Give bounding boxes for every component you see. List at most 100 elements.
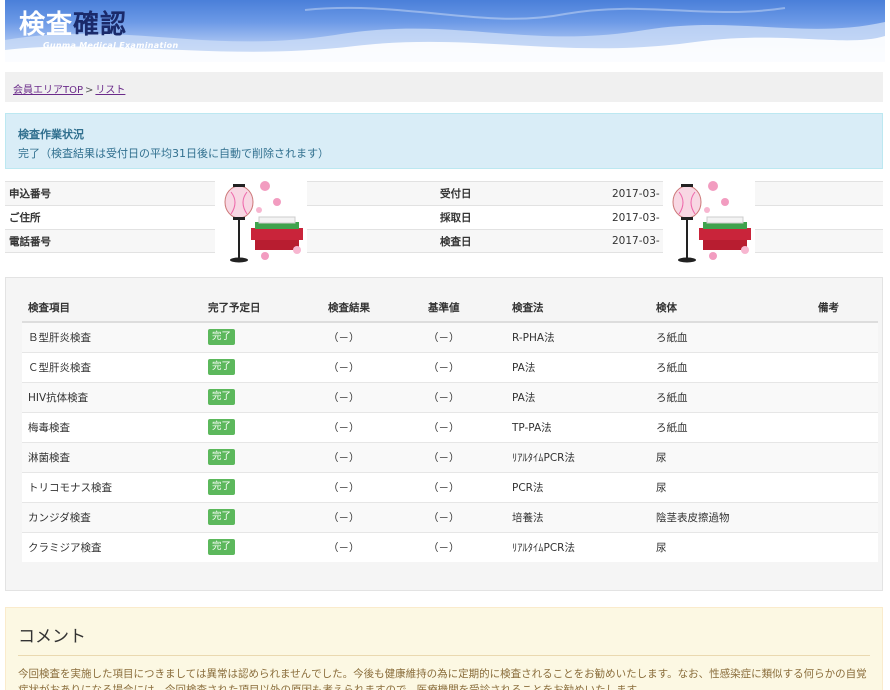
cell-sample: 尿 — [650, 471, 812, 502]
cell-note — [812, 351, 878, 382]
cell-status: 完了 — [202, 381, 322, 412]
cell-method: PA法 — [506, 351, 650, 382]
status-title: 検査作業状況 — [18, 128, 84, 141]
status-badge: 完了 — [208, 479, 236, 495]
info-value: 2017-03- — [612, 211, 660, 224]
lantern-decoration-icon — [215, 180, 307, 268]
breadcrumb-separator: > — [85, 85, 94, 96]
cell-item: クラミジア検査 — [22, 531, 202, 562]
table-row: Ｃ型肝炎検査 完了 （－） （－） PA法 ろ紙血 — [22, 351, 878, 382]
comment-title: コメント — [18, 622, 870, 656]
cell-item: 淋菌検査 — [22, 441, 202, 472]
status-badge: 完了 — [208, 539, 236, 556]
results-table: 検査項目 完了予定日 検査結果 基準値 検査法 検体 備考 Ｂ型肝炎検査 完了 … — [22, 294, 878, 562]
col-header-reference: 基準値 — [422, 294, 506, 323]
col-header-result: 検査結果 — [322, 294, 422, 323]
comment-text: 今回検査を実施した項目につきましては異常は認められませんでした。今後も健康維持の… — [18, 668, 867, 690]
info-label: 検査日 — [440, 235, 472, 248]
cell-result: （－） — [322, 471, 422, 502]
cell-status: 完了 — [202, 321, 322, 352]
cell-result: （－） — [322, 531, 422, 562]
col-header-date: 完了予定日 — [202, 294, 322, 323]
table-row: 梅毒検査 完了 （－） （－） TP-PA法 ろ紙血 — [22, 411, 878, 442]
table-row: カンジダ検査 完了 （－） （－） 培養法 陰茎表皮擦過物 — [22, 501, 878, 532]
status-badge: 完了 — [208, 509, 236, 525]
cell-method: PCR法 — [506, 471, 650, 502]
table-row: 淋菌検査 完了 （－） （－） ﾘｱﾙﾀｲﾑPCR法 尿 — [22, 441, 878, 472]
table-row: HIV抗体検査 完了 （－） （－） PA法 ろ紙血 — [22, 381, 878, 412]
cell-method: TP-PA法 — [506, 411, 650, 442]
cell-result: （－） — [322, 381, 422, 412]
cell-result: （－） — [322, 351, 422, 382]
cell-sample: 尿 — [650, 441, 812, 472]
info-label: 受付日 — [440, 188, 472, 200]
cell-note — [812, 531, 878, 562]
breadcrumb-home-link[interactable]: 会員エリアTOP — [13, 85, 83, 96]
header-banner: 検査確認 Gunma Medical Examination — [5, 0, 885, 62]
lantern-decoration-icon — [663, 180, 755, 268]
status-badge: 完了 — [208, 449, 236, 465]
cell-sample: ろ紙血 — [650, 381, 812, 412]
status-box: 検査作業状況 完了（検査結果は受付日の平均31日後に自動で削除されます） — [5, 113, 883, 169]
logo-subtitle: Gunma Medical Examination — [43, 41, 179, 50]
info-value: 2017-03- — [612, 235, 660, 247]
cell-item: Ｂ型肝炎検査 — [22, 321, 202, 352]
cell-method: ﾘｱﾙﾀｲﾑPCR法 — [506, 441, 650, 472]
col-header-item: 検査項目 — [22, 294, 202, 323]
col-header-note: 備考 — [812, 294, 878, 323]
cell-status: 完了 — [202, 351, 322, 382]
status-badge: 完了 — [208, 359, 236, 375]
cell-note — [812, 411, 878, 442]
cell-item: トリコモナス検査 — [22, 471, 202, 502]
status-text: 完了（検査結果は受付日の平均31日後に自動で削除されます） — [18, 147, 329, 160]
cell-reference: （－） — [422, 501, 506, 532]
status-badge: 完了 — [208, 419, 236, 435]
cell-reference: （－） — [422, 411, 506, 442]
table-header-row: 検査項目 完了予定日 検査結果 基準値 検査法 検体 備考 — [22, 294, 878, 323]
info-label: 採取日 — [440, 212, 472, 224]
cell-reference: （－） — [422, 321, 506, 352]
cell-sample: ろ紙血 — [650, 411, 812, 442]
cell-result: （－） — [322, 321, 422, 352]
cell-result: （－） — [322, 441, 422, 472]
cell-item: 梅毒検査 — [22, 411, 202, 442]
cell-item: Ｃ型肝炎検査 — [22, 351, 202, 382]
comment-box: コメント 今回検査を実施した項目につきましては異常は認められませんでした。今後も… — [5, 607, 883, 690]
cell-sample: ろ紙血 — [650, 321, 812, 352]
cell-method: R-PHA法 — [506, 321, 650, 352]
cell-reference: （－） — [422, 351, 506, 382]
cell-sample: 尿 — [650, 531, 812, 562]
cell-status: 完了 — [202, 501, 322, 532]
cell-status: 完了 — [202, 411, 322, 442]
cell-item: HIV抗体検査 — [22, 381, 202, 412]
cell-note — [812, 471, 878, 502]
cell-status: 完了 — [202, 531, 322, 562]
logo-title: 検査確認 — [19, 4, 127, 41]
cell-reference: （－） — [422, 441, 506, 472]
col-header-sample: 検体 — [650, 294, 812, 323]
breadcrumb: 会員エリアTOP > リスト — [5, 72, 883, 102]
status-badge: 完了 — [208, 329, 236, 346]
table-row: トリコモナス検査 完了 （－） （－） PCR法 尿 — [22, 471, 878, 502]
cell-result: （－） — [322, 501, 422, 532]
table-row: クラミジア検査 完了 （－） （－） ﾘｱﾙﾀｲﾑPCR法 尿 — [22, 531, 878, 562]
info-value: 2017-03- — [612, 187, 660, 200]
cell-note — [812, 501, 878, 532]
cell-item: カンジダ検査 — [22, 501, 202, 532]
cell-method: PA法 — [506, 381, 650, 412]
cell-note — [812, 381, 878, 412]
cell-result: （－） — [322, 411, 422, 442]
table-row: Ｂ型肝炎検査 完了 （－） （－） R-PHA法 ろ紙血 — [22, 321, 878, 352]
cell-reference: （－） — [422, 531, 506, 562]
logo-part1: 検査 — [19, 10, 74, 40]
col-header-method: 検査法 — [506, 294, 650, 323]
cell-status: 完了 — [202, 441, 322, 472]
cell-sample: 陰茎表皮擦過物 — [650, 501, 812, 532]
cell-sample: ろ紙血 — [650, 351, 812, 382]
logo-part2: 確認 — [73, 10, 128, 40]
cell-reference: （－） — [422, 381, 506, 412]
cell-method: ﾘｱﾙﾀｲﾑPCR法 — [506, 531, 650, 562]
breadcrumb-list-link[interactable]: リスト — [95, 85, 125, 96]
cell-note — [812, 441, 878, 472]
cell-reference: （－） — [422, 471, 506, 502]
